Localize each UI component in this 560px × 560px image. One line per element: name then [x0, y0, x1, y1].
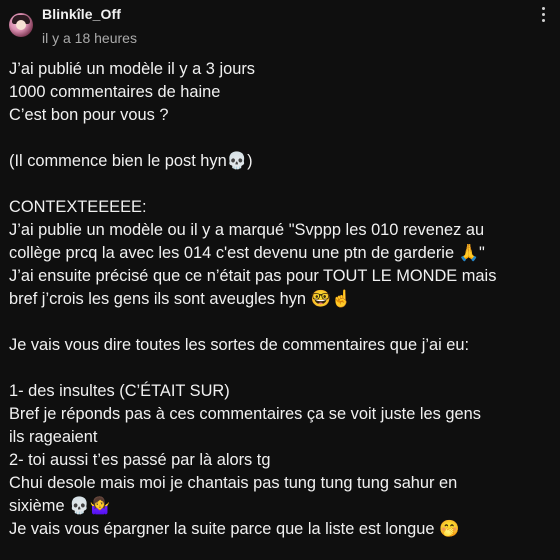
post-line: 1- des insultes (C’ÉTAIT SUR)	[9, 382, 230, 400]
post-line: J’ai publie un modèle ou il y a marqué "…	[9, 221, 485, 239]
post-timestamp[interactable]: il y a 18 heures	[42, 30, 137, 46]
post-line: CONTEXTEEEEE:	[9, 198, 147, 216]
avatar[interactable]	[9, 13, 33, 37]
post-line: Je vais vous épargner la suite parce que…	[9, 520, 460, 538]
post-line: J’ai publié un modèle il y a 3 jours	[9, 60, 255, 78]
post-line: 2- toi aussi t’es passé par là alors tg	[9, 451, 271, 469]
post-line: J’ai ensuite précisé que ce n’était pas …	[9, 267, 497, 285]
post-line: C’est bon pour vous ?	[9, 106, 169, 124]
post-line	[9, 173, 554, 196]
post-line	[9, 311, 554, 334]
post-line: (Il commence bien le post hyn💀)	[9, 152, 253, 170]
author-name[interactable]: Blinkîle_Off	[42, 6, 121, 22]
post-line: ils rageaient	[9, 428, 98, 446]
post-body: J’ai publié un modèle il y a 3 jours 100…	[9, 58, 554, 541]
post-line: Chui desole mais moi je chantais pas tun…	[9, 474, 458, 492]
post-line: collège prcq la avec les 014 c'est deven…	[9, 244, 485, 262]
post-line: Bref je réponds pas à ces commentaires ç…	[9, 405, 481, 423]
post-line: 1000 commentaires de haine	[9, 83, 221, 101]
more-vertical-icon[interactable]	[533, 4, 553, 26]
post-line: Je vais vous dire toutes les sortes de c…	[9, 336, 470, 354]
post-line: sixième 💀🤷‍♀️	[9, 497, 110, 515]
post-line	[9, 357, 554, 380]
post-line: bref j’crois les gens ils sont aveugles …	[9, 290, 352, 308]
post-line	[9, 127, 554, 150]
community-post: Blinkîle_Off il y a 18 heures J’ai publi…	[0, 0, 560, 560]
avatar-face	[16, 20, 26, 30]
